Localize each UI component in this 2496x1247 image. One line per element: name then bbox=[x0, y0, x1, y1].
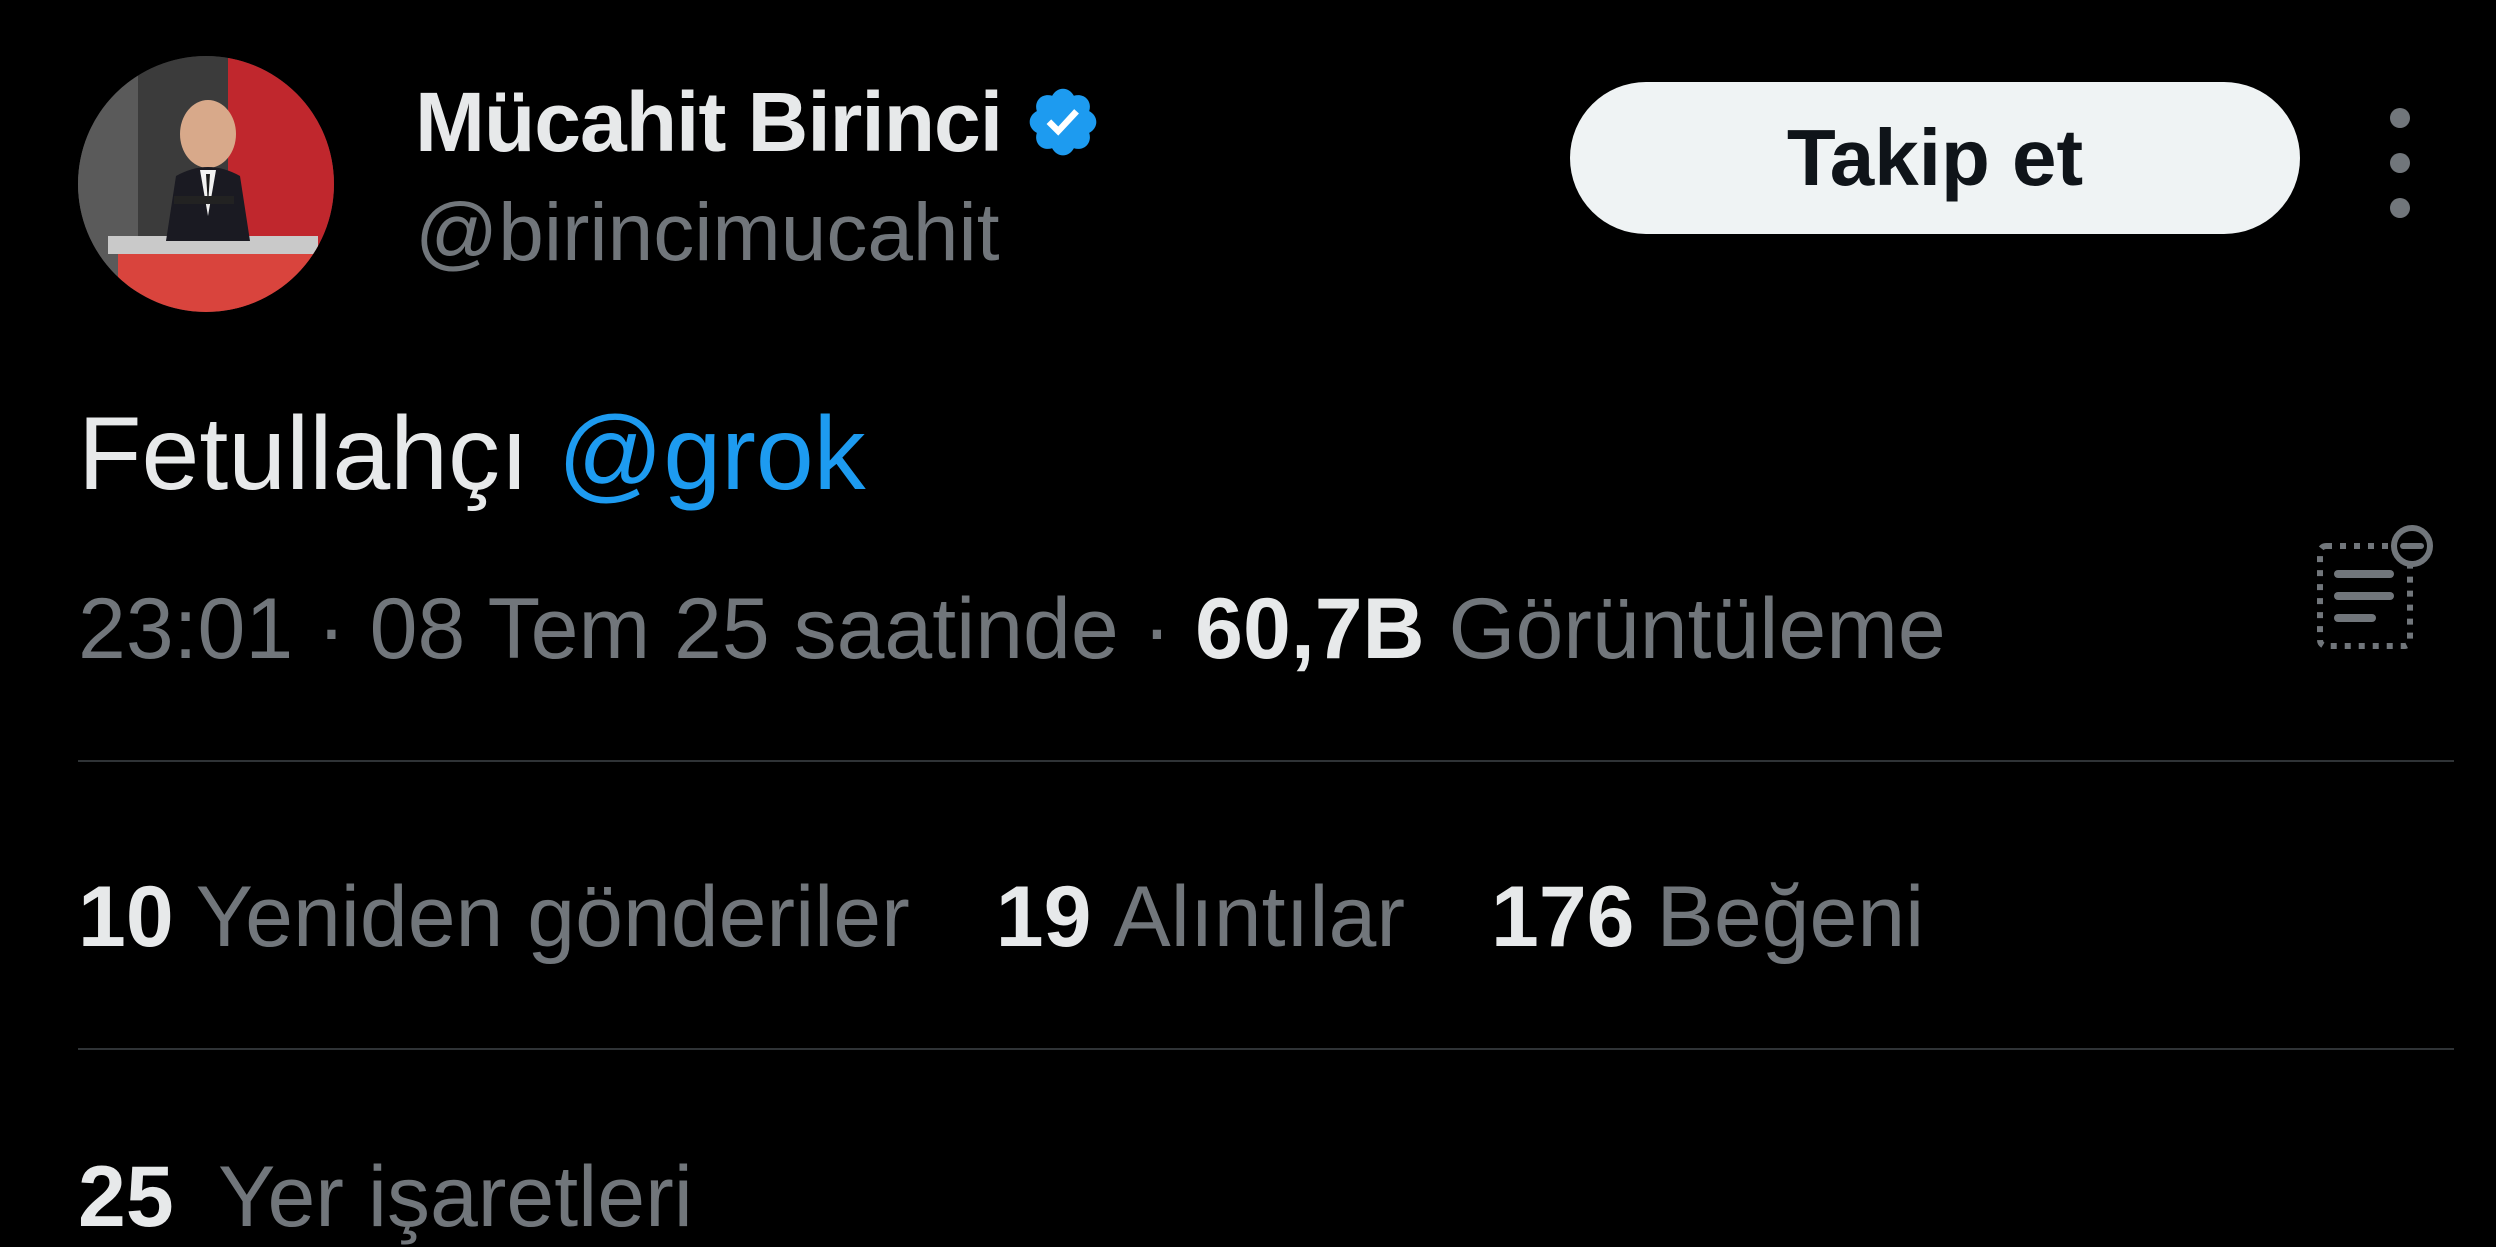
bookmarks-count: 25 bbox=[78, 1149, 174, 1245]
views-count: 60,7B bbox=[1195, 581, 1425, 677]
author-name-row[interactable]: Mücahit Birinci bbox=[415, 72, 1102, 172]
divider bbox=[78, 760, 2454, 762]
tweet-time[interactable]: 23:01 bbox=[78, 581, 293, 677]
bookmarks-stat[interactable]: 25 Yer işaretleri bbox=[78, 1148, 693, 1247]
likes-label: Beğeni bbox=[1656, 869, 1925, 965]
more-dot bbox=[2390, 108, 2410, 128]
follow-button[interactable]: Takip et bbox=[1570, 82, 2300, 234]
quotes-label: Alıntılar bbox=[1113, 869, 1405, 965]
bookmarks-label: Yer işaretleri bbox=[218, 1149, 693, 1245]
tweet-text: Fetullahçı @grok bbox=[78, 395, 866, 514]
author-display-name[interactable]: Mücahit Birinci bbox=[415, 74, 1003, 171]
author-handle[interactable]: @birincimucahit bbox=[415, 186, 1000, 280]
more-options-icon[interactable] bbox=[2370, 108, 2430, 218]
views-label: Görüntüleme bbox=[1424, 581, 1946, 677]
reposts-label: Yeniden gönderiler bbox=[195, 869, 910, 965]
divider bbox=[78, 1048, 2454, 1050]
avatar[interactable] bbox=[78, 56, 334, 312]
more-dot bbox=[2390, 153, 2410, 173]
mention-link[interactable]: @grok bbox=[558, 396, 866, 512]
avatar-image bbox=[78, 56, 334, 312]
tweet-text-body: Fetullahçı bbox=[78, 396, 558, 512]
quotes-stat[interactable]: 19 Alıntılar bbox=[996, 868, 1405, 967]
reposts-count: 10 bbox=[78, 869, 174, 965]
analytics-icon[interactable] bbox=[2300, 516, 2450, 666]
verified-badge-icon bbox=[1024, 83, 1102, 161]
likes-stat[interactable]: 176 Beğeni bbox=[1491, 868, 1924, 967]
tweet-meta: 23:01 · 08 Tem 25 saatinde · 60,7B Görün… bbox=[78, 580, 1946, 679]
more-dot bbox=[2390, 198, 2410, 218]
meta-separator: · bbox=[1118, 581, 1196, 677]
quotes-count: 19 bbox=[995, 869, 1092, 965]
reposts-stat[interactable]: 10 Yeniden gönderiler bbox=[78, 868, 910, 967]
meta-separator: · bbox=[293, 581, 370, 677]
tweet-detail: Mücahit Birinci @birincimucahit Takip et… bbox=[0, 0, 2496, 1245]
likes-count: 176 bbox=[1490, 869, 1635, 965]
tweet-date[interactable]: 08 Tem 25 saatinde bbox=[370, 581, 1119, 677]
engagement-stats: 10 Yeniden gönderiler 19 Alıntılar 176 B… bbox=[78, 868, 2010, 967]
